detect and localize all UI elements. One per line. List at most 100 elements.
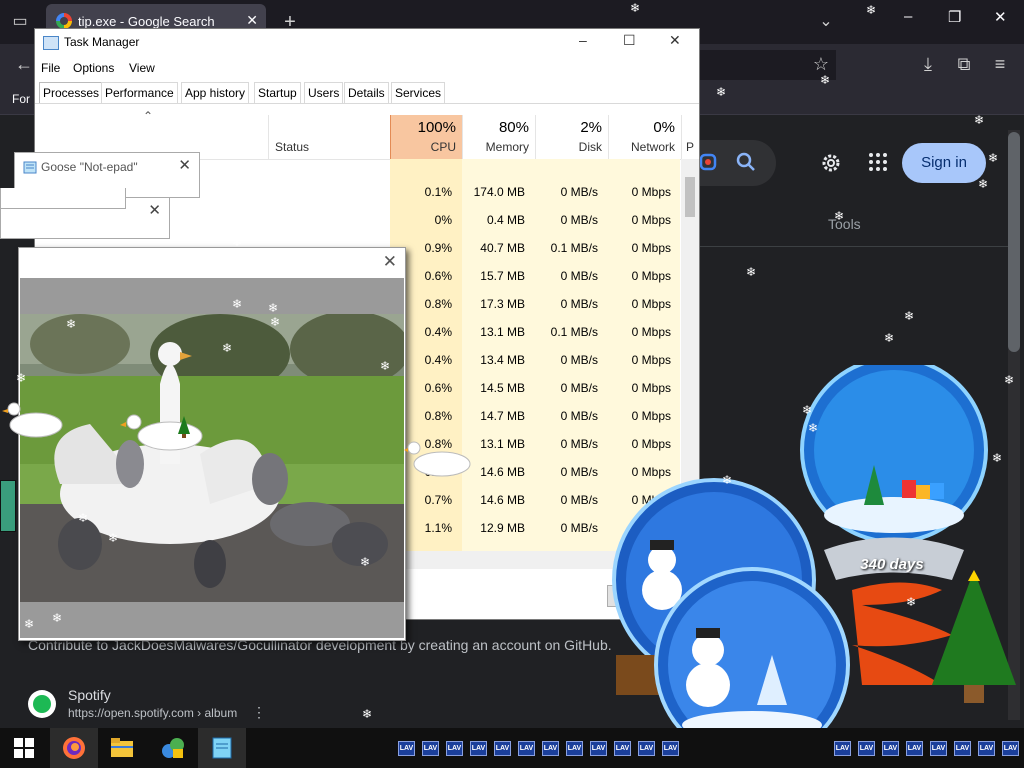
downloads-icon[interactable]: ⤓ [912, 48, 944, 80]
lav-tray-icon[interactable]: LAV [906, 741, 923, 756]
col-memory[interactable]: 80% Memory [462, 115, 535, 159]
google-favicon-icon [56, 13, 72, 29]
process-net-cell: 0 Mbps [631, 213, 671, 227]
page-scroll-thumb[interactable] [1008, 132, 1020, 352]
snowflake-icon: ❄ [66, 317, 77, 331]
tm-minimize-button[interactable]: – [579, 32, 587, 48]
lav-tray-icon[interactable]: LAV [614, 741, 631, 756]
lav-tray-icon[interactable]: LAV [446, 741, 463, 756]
lav-tray-icon[interactable]: LAV [542, 741, 559, 756]
windows-start-icon[interactable] [14, 738, 34, 758]
memory-total: 80% [498, 119, 529, 136]
lav-tray-icon[interactable]: LAV [834, 741, 851, 756]
spotify-icon [28, 690, 56, 718]
app-menu-icon[interactable]: ≡ [984, 48, 1016, 80]
tab-performance[interactable]: Performance [101, 82, 178, 103]
col-status[interactable]: Status [268, 115, 390, 159]
sign-in-button[interactable]: Sign in [902, 143, 986, 183]
snowglobe-decoration [612, 365, 1016, 728]
process-disk-cell: 0 MB/s [560, 409, 598, 423]
task-manager-app-icon [162, 738, 184, 758]
tab-processes[interactable]: Processes [39, 82, 104, 103]
snowflake-icon: ❄ [1004, 373, 1015, 387]
process-disk-cell: 0 MB/s [560, 465, 598, 479]
bookmark-item[interactable]: For [12, 92, 30, 106]
lav-tray-icon[interactable]: LAV [638, 741, 655, 756]
google-lens-icon[interactable] [698, 152, 718, 172]
taskbar-file-explorer[interactable] [98, 728, 146, 768]
goose-sprite-icon[interactable] [120, 406, 210, 456]
lav-tray-icon[interactable]: LAV [930, 741, 947, 756]
snowglobe-days-label: 340 days [860, 556, 924, 573]
lav-tray-icon[interactable]: LAV [1002, 741, 1019, 756]
tm-vertical-scroll-thumb[interactable] [685, 177, 695, 217]
process-cpu-cell: 0% [434, 213, 452, 227]
extensions-icon[interactable]: ⧉ [948, 48, 980, 80]
goose-sprite-icon[interactable] [404, 436, 474, 484]
menu-file[interactable]: File [41, 61, 60, 75]
process-cpu-cell: 0.8% [424, 297, 452, 311]
process-mem-cell: 174.0 MB [473, 185, 525, 199]
tab-overview-icon[interactable]: ▭ [4, 6, 36, 38]
process-mem-cell: 0.4 MB [486, 213, 525, 227]
lav-tray-icon[interactable]: LAV [978, 741, 995, 756]
lav-tray-icon[interactable]: LAV [590, 741, 607, 756]
process-disk-cell: 0.1 MB/s [550, 325, 598, 339]
tab-close-icon[interactable]: ✕ [246, 12, 258, 29]
lav-tray-icon[interactable]: LAV [954, 741, 971, 756]
goose-image-window[interactable]: ✕ [18, 247, 406, 641]
apps-grid-icon[interactable] [868, 152, 888, 172]
process-net-cell: 0 Mbps [631, 241, 671, 255]
settings-gear-icon[interactable] [820, 152, 842, 174]
image-window-close-button[interactable]: ✕ [383, 252, 397, 272]
col-network[interactable]: 0% Network [608, 115, 681, 159]
tab-startup[interactable]: Startup [254, 82, 301, 103]
col-power[interactable]: P [681, 115, 700, 159]
lav-tray-icon[interactable]: LAV [422, 741, 439, 756]
tab-users[interactable]: Users [304, 82, 344, 103]
menu-view[interactable]: View [129, 61, 155, 75]
taskbar-task-manager[interactable] [148, 728, 196, 768]
search-icon[interactable] [736, 152, 756, 172]
taskbar-notepad[interactable] [198, 728, 246, 768]
lav-tray-icon[interactable]: LAV [518, 741, 535, 756]
taskbar-firefox[interactable] [50, 728, 98, 768]
task-manager-titlebar[interactable]: Task Manager – ☐ ✕ [35, 29, 699, 57]
result-more-icon[interactable]: ⋮ [252, 704, 266, 721]
snowflake-icon: ❄ [630, 1, 641, 15]
lav-tray-icon[interactable]: LAV [882, 741, 899, 756]
process-disk-cell: 0 MB/s [560, 213, 598, 227]
search-box-end[interactable] [690, 140, 776, 186]
snowflake-icon: ❄ [268, 301, 279, 315]
results-divider [698, 246, 1008, 247]
tm-maximize-button[interactable]: ☐ [623, 32, 636, 49]
tm-close-button[interactable]: ✕ [669, 32, 681, 49]
lav-tray-icon[interactable]: LAV [858, 741, 875, 756]
tab-app-history[interactable]: App history [181, 82, 250, 103]
lav-tray-icon[interactable]: LAV [662, 741, 679, 756]
notepad-close-button[interactable]: ✕ [178, 156, 191, 174]
tools-button[interactable]: Tools [828, 216, 861, 232]
lav-tray-icon[interactable]: LAV [494, 741, 511, 756]
lav-tray-icon[interactable]: LAV [566, 741, 583, 756]
result-site-name[interactable]: Spotify [68, 687, 111, 703]
lav-tray-icon[interactable]: LAV [470, 741, 487, 756]
col-disk-label: Disk [578, 140, 602, 154]
goose-sprite-icon[interactable] [0, 395, 64, 443]
lav-tray-icon[interactable]: LAV [398, 741, 415, 756]
tab-details[interactable]: Details [344, 82, 389, 103]
result-url[interactable]: https://open.spotify.com › album [68, 706, 237, 720]
menu-options[interactable]: Options [73, 61, 114, 75]
browser-minimize-button[interactable]: – [904, 8, 912, 25]
tab-services[interactable]: Services [391, 82, 446, 103]
col-disk[interactable]: 2% Disk [535, 115, 608, 159]
notepad-close-button[interactable]: ✕ [148, 201, 161, 219]
snowflake-icon: ❄ [24, 617, 35, 631]
notepad-window-stack [0, 188, 126, 209]
browser-maximize-button[interactable]: ❐ [948, 8, 961, 26]
process-disk-cell: 0 MB/s [560, 353, 598, 367]
browser-close-button[interactable]: ✕ [994, 8, 1007, 26]
process-cpu-cell: 0.7% [424, 493, 452, 507]
tab-list-icon[interactable]: ⌄ [810, 6, 842, 38]
col-cpu[interactable]: 100% CPU [390, 115, 463, 159]
